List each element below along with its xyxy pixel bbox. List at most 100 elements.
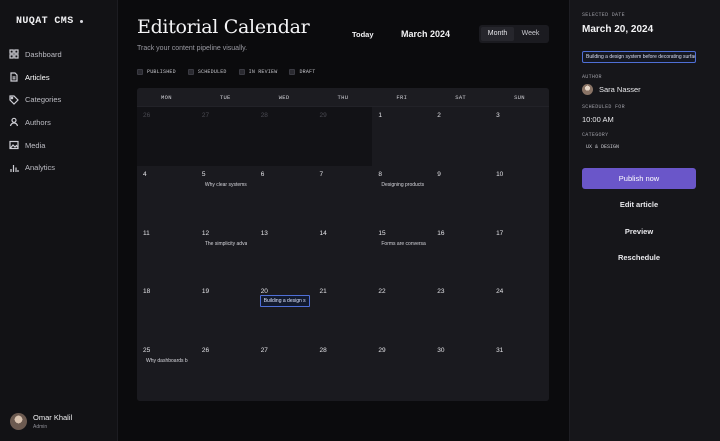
- sidebar-item-label: Articles: [25, 72, 50, 82]
- day-number: 29: [378, 347, 386, 355]
- checkbox-icon: [137, 69, 143, 75]
- calendar-day[interactable]: 24: [490, 283, 549, 343]
- publish-now-button[interactable]: Publish now: [582, 168, 696, 189]
- checkbox-icon: [238, 69, 245, 75]
- legend-scheduled[interactable]: SCHEDULED: [187, 69, 227, 75]
- day-number: 28: [260, 112, 268, 119]
- category-label: CATEGORY: [582, 132, 609, 138]
- calendar-event[interactable]: The simplicity adva: [205, 241, 248, 247]
- sidebar-item-dashboard[interactable]: Dashboard: [0, 43, 118, 66]
- author-row: Sara Nasser: [582, 84, 641, 95]
- calendar-day[interactable]: 6: [254, 165, 314, 225]
- calendar-event[interactable]: Why clear systems: [205, 182, 247, 188]
- day-number: 27: [201, 112, 210, 119]
- day-number: 2: [437, 112, 441, 119]
- calendar-day[interactable]: 31: [490, 342, 549, 401]
- page-subtitle: Track your content pipeline visually.: [137, 45, 248, 52]
- preview-button[interactable]: Preview: [582, 222, 696, 242]
- legend-draft[interactable]: DRAFT: [289, 69, 315, 75]
- day-number: 6: [260, 170, 265, 178]
- scheduled-time: 10:00 AM: [582, 115, 614, 124]
- calendar-day[interactable]: 18: [137, 283, 196, 343]
- calendar-day[interactable]: 17: [490, 224, 549, 284]
- legend-published[interactable]: PUBLISHED: [137, 69, 176, 75]
- sidebar-item-label: Analytics: [25, 163, 56, 173]
- calendar-day[interactable]: 7: [313, 165, 373, 225]
- author-label: AUTHOR: [582, 74, 602, 80]
- day-number: 3: [496, 112, 500, 119]
- view-toggle: Month Week: [479, 25, 549, 43]
- calendar-day[interactable]: 28: [313, 342, 373, 401]
- legend-label: SCHEDULED: [197, 69, 227, 75]
- legend-in-review[interactable]: IN REVIEW: [238, 69, 278, 75]
- calendar-event[interactable]: Designing products: [381, 182, 424, 188]
- day-number: 30: [437, 347, 445, 355]
- calendar-day[interactable]: 14: [313, 224, 373, 284]
- bar-chart-icon: [9, 163, 19, 173]
- user-role: Admin: [33, 424, 48, 430]
- calendar-day[interactable]: 27: [195, 107, 255, 166]
- month-view-button[interactable]: Month: [481, 27, 514, 41]
- today-button[interactable]: Today: [352, 30, 374, 39]
- calendar-day[interactable]: 23: [431, 283, 491, 343]
- calendar-day[interactable]: 26: [195, 342, 255, 401]
- calendar-event-selected[interactable]: Building a design s: [259, 295, 310, 308]
- calendar-day[interactable]: 29: [313, 107, 373, 166]
- calendar-day[interactable]: 28: [254, 107, 314, 166]
- reschedule-button[interactable]: Reschedule: [582, 248, 696, 268]
- legend-label: DRAFT: [299, 69, 316, 75]
- day-number: 27: [260, 347, 268, 355]
- calendar-day[interactable]: 5 Why clear systems: [195, 165, 255, 225]
- calendar-day[interactable]: 26: [137, 107, 196, 166]
- edit-article-button[interactable]: Edit article: [582, 195, 696, 215]
- day-number: 8: [378, 170, 382, 178]
- calendar-day[interactable]: 15 Forms are conversa: [372, 224, 432, 284]
- day-number: 16: [437, 229, 445, 237]
- selected-date-label: SELECTED DATE: [582, 12, 625, 18]
- calendar-day[interactable]: 9: [431, 165, 491, 225]
- calendar-event[interactable]: Why dashboards b: [146, 358, 188, 364]
- avatar: [582, 84, 593, 95]
- current-user[interactable]: Omar Khalil Admin: [10, 413, 72, 430]
- checkbox-icon: [289, 69, 296, 75]
- calendar-day[interactable]: 4: [137, 165, 196, 225]
- calendar-day[interactable]: 8 Designing products: [372, 165, 432, 225]
- calendar-day[interactable]: 11: [137, 224, 196, 284]
- sidebar-item-analytics[interactable]: Analytics: [0, 156, 118, 179]
- day-number: 28: [319, 347, 327, 355]
- sidebar-item-authors[interactable]: Authors: [0, 111, 118, 134]
- calendar-day[interactable]: 13: [254, 224, 314, 284]
- calendar-day[interactable]: 30: [431, 342, 491, 401]
- calendar-day[interactable]: 12 The simplicity adva: [195, 224, 255, 284]
- calendar-day[interactable]: 3: [490, 107, 549, 166]
- calendar-day[interactable]: 10: [490, 165, 549, 225]
- calendar-day[interactable]: 29: [372, 342, 432, 401]
- brand-logo[interactable]: NUQAT CMS: [16, 16, 83, 27]
- day-number: 17: [496, 229, 504, 237]
- weekday-label: TUE: [219, 94, 231, 101]
- calendar-day[interactable]: 19: [195, 283, 255, 343]
- category-badge: UX & DESIGN: [586, 144, 620, 150]
- calendar-day[interactable]: 21: [313, 283, 373, 343]
- day-number: 31: [496, 347, 504, 355]
- calendar-day[interactable]: 20 Building a design s: [254, 283, 314, 343]
- calendar-day[interactable]: 2: [431, 107, 491, 166]
- week-view-button[interactable]: Week: [514, 27, 547, 41]
- calendar-day[interactable]: 25 Why dashboards b: [137, 342, 196, 401]
- calendar-day[interactable]: 27: [254, 342, 314, 401]
- day-number: 19: [201, 288, 210, 296]
- author-name: Sara Nasser: [599, 85, 641, 94]
- selected-article[interactable]: Building a design system before decorati…: [582, 51, 696, 63]
- sidebar-item-media[interactable]: Media: [0, 134, 118, 157]
- status-legend: PUBLISHED SCHEDULED IN REVIEW DRAFT: [137, 69, 315, 75]
- calendar-day[interactable]: 1: [372, 107, 432, 166]
- sidebar-item-categories[interactable]: Categories: [0, 88, 118, 111]
- day-number: 26: [143, 112, 151, 119]
- weekday-label: FRI: [396, 94, 408, 101]
- sidebar-item-articles[interactable]: Articles: [0, 66, 118, 89]
- avatar: [10, 413, 27, 430]
- calendar-day[interactable]: 22: [372, 283, 432, 343]
- calendar-event[interactable]: Forms are conversa: [381, 241, 425, 247]
- calendar-day[interactable]: 16: [431, 224, 491, 284]
- day-number: 24: [496, 288, 504, 296]
